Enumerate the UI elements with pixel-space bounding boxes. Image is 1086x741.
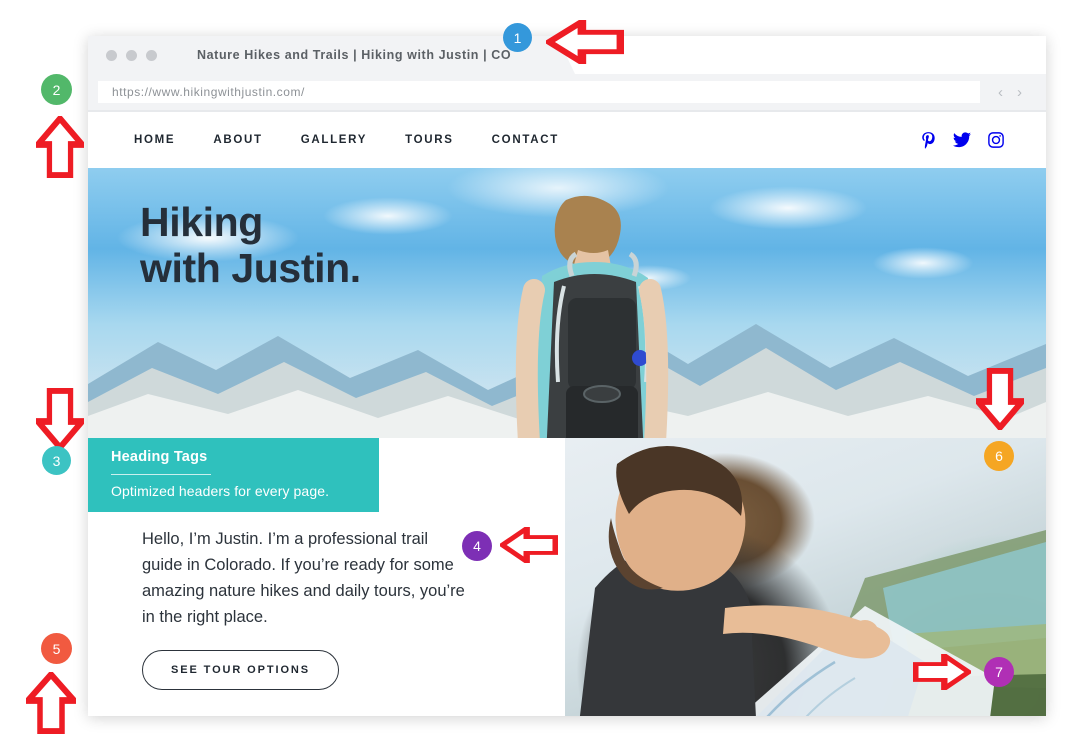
- pinterest-icon[interactable]: [921, 132, 936, 149]
- see-tour-options-button[interactable]: SEE TOUR OPTIONS: [142, 650, 339, 690]
- back-chevron-icon[interactable]: ‹: [998, 85, 1003, 100]
- browser-window: Nature Hikes and Trails | Hiking with Ju…: [88, 36, 1046, 716]
- browser-nav-buttons: ‹ ›: [980, 85, 1036, 100]
- annotation-arrow-3-down: [36, 388, 84, 450]
- callout-pointer-icon: [88, 468, 89, 488]
- annotation-arrow-6-down: [976, 368, 1024, 430]
- intro-text-column: Heading Tags Optimized headers for every…: [88, 438, 565, 716]
- main-menu: HOME ABOUT GALLERY TOURS CONTACT: [134, 134, 559, 146]
- annotation-badge-6[interactable]: 6: [984, 441, 1014, 471]
- annotation-arrow-4-left: [500, 527, 558, 563]
- address-bar-url: https://www.hikingwithjustin.com/: [112, 85, 305, 99]
- nav-link-about[interactable]: ABOUT: [213, 134, 262, 146]
- hero-hiker-photo: [438, 190, 738, 438]
- nav-link-tours[interactable]: TOURS: [405, 134, 454, 146]
- browser-tab[interactable]: Nature Hikes and Trails | Hiking with Ju…: [88, 36, 557, 74]
- close-window-dot[interactable]: [106, 50, 117, 61]
- social-links: [921, 132, 1004, 149]
- heading-tags-callout: Heading Tags Optimized headers for every…: [88, 438, 379, 512]
- annotation-badge-7[interactable]: 7: [984, 657, 1014, 687]
- annotation-badge-5[interactable]: 5: [41, 633, 72, 664]
- nav-link-gallery[interactable]: GALLERY: [301, 134, 367, 146]
- callout-title: Heading Tags: [111, 449, 379, 465]
- maximize-window-dot[interactable]: [146, 50, 157, 61]
- minimize-window-dot[interactable]: [126, 50, 137, 61]
- annotation-badge-4[interactable]: 4: [462, 531, 492, 561]
- hero-title: Hiking with Justin.: [140, 200, 361, 292]
- annotation-badge-2[interactable]: 2: [41, 74, 72, 105]
- annotation-arrow-1-left: [546, 20, 624, 64]
- site-navigation: HOME ABOUT GALLERY TOURS CONTACT: [88, 112, 1046, 168]
- address-bar[interactable]: https://www.hikingwithjustin.com/: [98, 81, 980, 103]
- browser-toolbar: https://www.hikingwithjustin.com/ ‹ ›: [88, 74, 1046, 110]
- photo-overlay: [565, 438, 1046, 716]
- intro-section: Heading Tags Optimized headers for every…: [88, 438, 1046, 716]
- nav-link-home[interactable]: HOME: [134, 134, 175, 146]
- instagram-icon[interactable]: [988, 132, 1004, 148]
- annotation-arrow-5-up: [26, 672, 76, 734]
- annotation-arrow-7-right: [913, 654, 971, 690]
- nav-link-contact[interactable]: CONTACT: [492, 134, 559, 146]
- hero-title-line-2: with Justin.: [140, 246, 361, 292]
- hero-title-line-1: Hiking: [140, 200, 361, 246]
- annotation-badge-3[interactable]: 3: [42, 446, 71, 475]
- browser-tab-title: Nature Hikes and Trails | Hiking with Ju…: [197, 48, 511, 62]
- twitter-icon[interactable]: [953, 132, 971, 148]
- intro-paragraph: Hello, I’m Justin. I’m a professional tr…: [142, 526, 472, 630]
- screenshot-stage: Nature Hikes and Trails | Hiking with Ju…: [0, 0, 1086, 741]
- callout-divider: [111, 474, 211, 475]
- hero-banner: Hiking with Justin.: [88, 168, 1046, 438]
- window-controls: [106, 50, 157, 61]
- annotation-badge-1[interactable]: 1: [503, 23, 532, 52]
- forward-chevron-icon[interactable]: ›: [1017, 85, 1022, 100]
- callout-subtitle: Optimized headers for every page.: [111, 483, 379, 499]
- annotation-arrow-2-up: [36, 116, 84, 178]
- map-reader-photo: [565, 438, 1046, 716]
